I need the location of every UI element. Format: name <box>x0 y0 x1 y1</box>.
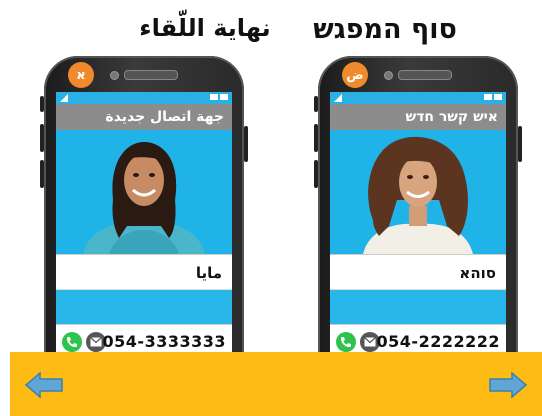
battery-icon <box>210 94 218 100</box>
status-icons <box>482 94 502 102</box>
contact-name[interactable]: مايا <box>56 254 232 290</box>
signal-icon <box>334 94 342 102</box>
phone-screen: جهة اتصال جديدة مايا 054-3333333 <box>56 92 232 376</box>
person-portrait-icon <box>363 136 473 254</box>
avatar[interactable]: ض <box>342 62 368 88</box>
status-bar <box>56 92 232 104</box>
phone-power-button <box>518 126 522 162</box>
contact-header: איש קשר חדש <box>330 104 506 130</box>
wifi-icon <box>494 94 502 100</box>
phone-volume-up-button <box>314 124 318 152</box>
title-hebrew: סוף המפגש <box>313 14 457 45</box>
camera-icon <box>110 71 119 80</box>
title-arabic: نهاية اللّقاء <box>139 14 271 42</box>
contact-name[interactable]: סוהא <box>330 254 506 290</box>
phone-left: א جهة اتصال جديدة مايا 054-3333333 <box>40 56 248 376</box>
slide-titles: نهاية اللّقاء סוף המפגש <box>0 14 542 54</box>
camera-icon <box>384 71 393 80</box>
call-icon[interactable] <box>336 332 356 352</box>
call-icon[interactable] <box>62 332 82 352</box>
phone-side-button <box>40 96 44 112</box>
arrow-right-icon[interactable] <box>488 371 528 399</box>
person-portrait-icon <box>83 142 205 254</box>
avatar[interactable]: א <box>68 62 94 88</box>
arrow-left-icon[interactable] <box>24 371 64 399</box>
contact-header: جهة اتصال جديدة <box>56 104 232 130</box>
phone-screen: איש קשר חדש סוהא 054-2222222 <box>330 92 506 376</box>
status-bar <box>330 92 506 104</box>
speaker-grille <box>398 70 452 80</box>
speaker-grille <box>124 70 178 80</box>
phone-right: ض איש קשר חדש סוהא 054-2222222 <box>314 56 522 376</box>
phone-volume-up-button <box>40 124 44 152</box>
phone-side-button <box>314 96 318 112</box>
battery-icon <box>484 94 492 100</box>
phone-volume-down-button <box>314 160 318 188</box>
phone-volume-down-button <box>40 160 44 188</box>
navigation-bar <box>10 352 542 416</box>
phone-power-button <box>244 126 248 162</box>
signal-icon <box>60 94 68 102</box>
contact-photo <box>330 130 506 254</box>
contact-photo <box>56 130 232 254</box>
status-icons <box>208 94 228 102</box>
wifi-icon <box>220 94 228 100</box>
